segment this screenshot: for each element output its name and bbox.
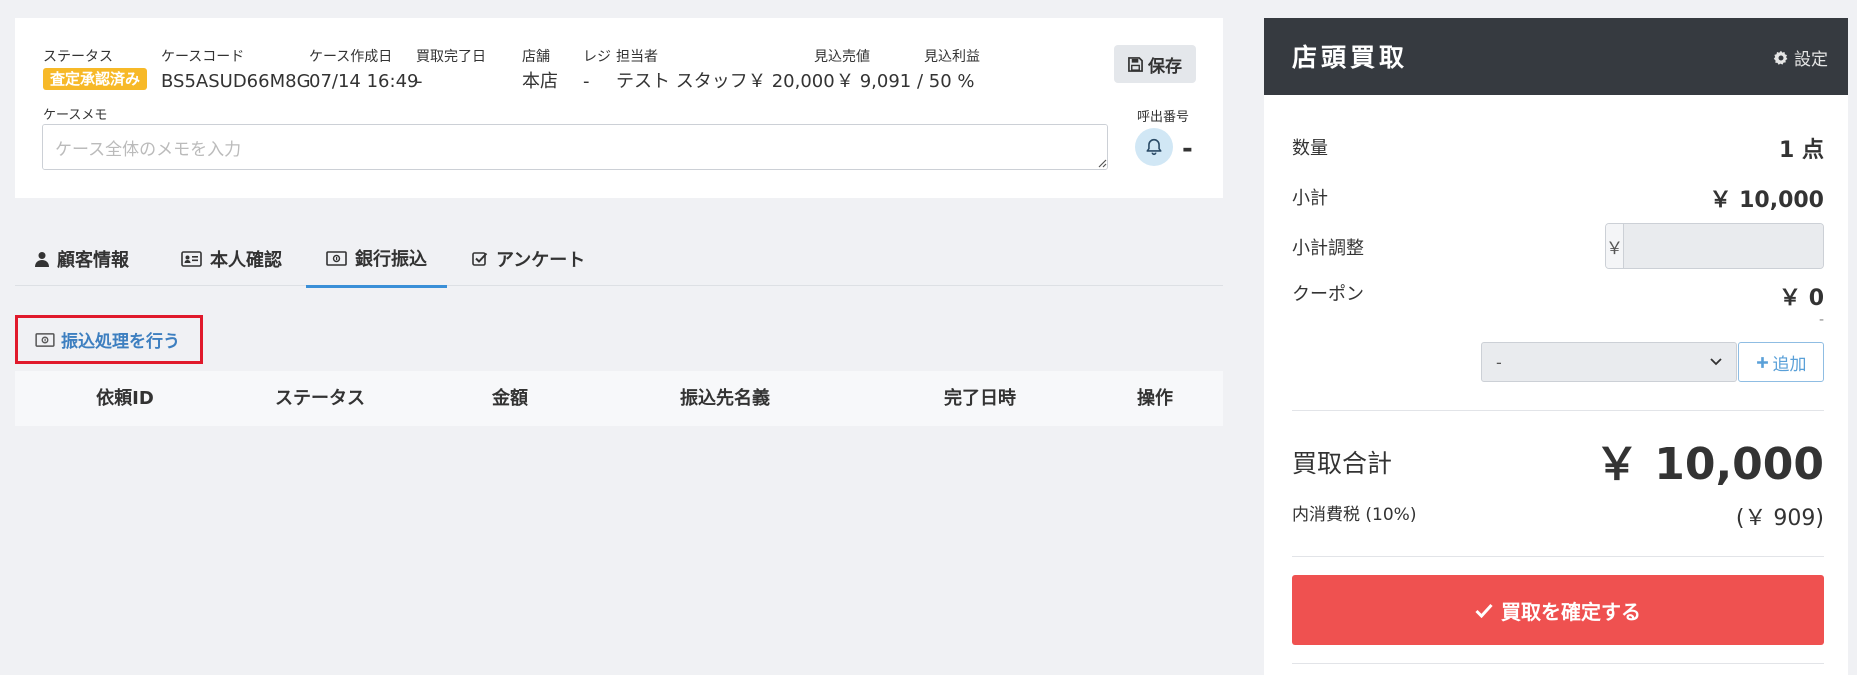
money-bill-icon	[35, 332, 55, 347]
case-completed: 買取完了日 -	[416, 48, 486, 94]
case-created-value: 07/14 16:49	[309, 71, 419, 92]
resize-grip-icon[interactable]	[1097, 158, 1107, 168]
case-code-value: BS5ASUD66M8G	[161, 71, 311, 92]
column-request-id: 依頼ID	[96, 388, 154, 409]
check-icon	[1475, 603, 1493, 618]
case-completed-value: -	[416, 71, 423, 92]
purchase-total-label: 買取合計	[1292, 449, 1393, 478]
coupon-value: ￥ 0	[1779, 286, 1824, 311]
tax-label: 内消費税 (10%)	[1292, 505, 1417, 525]
column-payee-name: 振込先名義	[680, 388, 770, 409]
case-expected-profit: 見込利益 ￥ 9,091 / 50 %	[836, 48, 980, 94]
money-bill-icon	[326, 250, 347, 266]
start-transfer-label: 振込処理を行う	[61, 332, 180, 352]
case-memo-input[interactable]	[42, 124, 1108, 170]
case-staff: 担当者 テスト スタッフ	[616, 48, 748, 94]
subtotal-adjust-input[interactable]	[1624, 224, 1823, 268]
tab-survey-label: アンケート	[496, 250, 586, 271]
floppy-disk-icon	[1128, 56, 1143, 72]
case-code-label: ケースコード	[161, 49, 245, 65]
panel-divider	[1292, 663, 1824, 664]
chevron-down-icon	[1710, 358, 1722, 366]
case-tabs: 顧客情報 本人確認 銀行振込 アンケート	[15, 231, 1223, 288]
case-completed-label: 買取完了日	[416, 49, 486, 65]
coupon-select-value: -	[1496, 352, 1502, 372]
case-status: ステータス 査定承認済み	[43, 48, 148, 90]
case-created-label: ケース作成日	[309, 49, 393, 65]
settings-button[interactable]: 設定	[1773, 45, 1828, 70]
transfer-table-header: 依頼ID ステータス 金額 振込先名義 完了日時 操作	[15, 371, 1223, 426]
subtotal-adjust-label: 小計調整	[1292, 238, 1364, 259]
quantity-label: 数量	[1292, 138, 1328, 159]
tab-identity-check-label: 本人確認	[210, 250, 282, 271]
confirm-purchase-label: 買取を確定する	[1501, 601, 1641, 624]
case-staff-label: 担当者	[616, 49, 658, 65]
case-memo-label: ケースメモ	[43, 108, 108, 123]
status-badge: 査定承認済み	[43, 68, 148, 90]
save-button-label: 保存	[1148, 56, 1182, 76]
coupon-note: -	[1818, 312, 1824, 328]
subtotal-value: ￥ 10,000	[1709, 188, 1824, 213]
purchase-panel-header: 店頭買取 設定	[1264, 18, 1848, 95]
purchase-panel-title: 店頭買取	[1292, 43, 1409, 72]
yen-prefix: ￥	[1606, 224, 1624, 268]
case-register: レジ -	[583, 48, 611, 94]
id-card-icon	[181, 251, 202, 267]
column-completed-at: 完了日時	[944, 388, 1016, 409]
case-code: ケースコード BS5ASUD66M8G	[161, 48, 311, 94]
case-store-label: 店舗	[522, 49, 550, 65]
save-button[interactable]: 保存	[1114, 45, 1196, 83]
panel-divider	[1292, 556, 1824, 557]
confirm-purchase-button[interactable]: 買取を確定する	[1292, 575, 1824, 645]
expected-profit-value: ￥ 9,091 / 50 %	[836, 71, 975, 92]
case-store: 店舗 本店	[522, 48, 558, 94]
subtotal-adjust-group: ￥	[1605, 223, 1824, 269]
column-amount: 金額	[492, 388, 528, 409]
case-summary-card: ステータス 査定承認済み ケースコード BS5ASUD66M8G ケース作成日 …	[15, 18, 1223, 198]
user-icon	[35, 252, 49, 267]
bell-icon	[1146, 138, 1162, 156]
case-register-label: レジ	[583, 49, 611, 65]
coupon-label: クーポン	[1292, 284, 1364, 305]
case-store-value: 本店	[522, 71, 558, 92]
case-status-label: ステータス	[43, 49, 113, 65]
tax-value: (￥ 909)	[1735, 506, 1824, 531]
call-number-label: 呼出番号	[1137, 110, 1190, 125]
subtotal-label: 小計	[1292, 188, 1328, 209]
expected-profit-label: 見込利益	[924, 49, 980, 65]
coupon-select[interactable]: -	[1481, 342, 1737, 382]
quantity-value: 1 点	[1779, 138, 1824, 163]
coupon-add-button[interactable]: 追加	[1738, 342, 1824, 382]
case-staff-value: テスト スタッフ	[616, 71, 748, 92]
tab-identity-check[interactable]: 本人確認	[161, 232, 302, 286]
column-actions: 操作	[1137, 388, 1173, 409]
tab-survey[interactable]: アンケート	[452, 232, 605, 286]
plus-icon	[1756, 356, 1768, 368]
coupon-add-label: 追加	[1772, 354, 1807, 375]
panel-divider	[1292, 410, 1824, 411]
check-square-icon	[472, 252, 488, 266]
purchase-panel: 店頭買取 設定 数量 1 点 小計 ￥ 10,000 小計調整 ￥ クーポン ￥…	[1264, 18, 1848, 675]
purchase-total-value: ￥ 10,000	[1594, 439, 1824, 490]
tab-customer-info[interactable]: 顧客情報	[15, 232, 149, 286]
call-number-value: -	[1182, 134, 1193, 164]
start-transfer-button[interactable]: 振込処理を行う	[15, 315, 203, 364]
gear-icon	[1773, 50, 1788, 65]
tab-customer-info-label: 顧客情報	[57, 250, 129, 271]
case-created: ケース作成日 07/14 16:49	[309, 48, 418, 94]
column-status: ステータス	[275, 388, 365, 409]
tab-bank-transfer-label: 銀行振込	[355, 249, 427, 270]
settings-label: 設定	[1794, 50, 1828, 70]
call-bell-button[interactable]	[1135, 128, 1173, 166]
tab-bank-transfer[interactable]: 銀行振込	[306, 231, 447, 288]
case-register-value: -	[583, 71, 590, 92]
